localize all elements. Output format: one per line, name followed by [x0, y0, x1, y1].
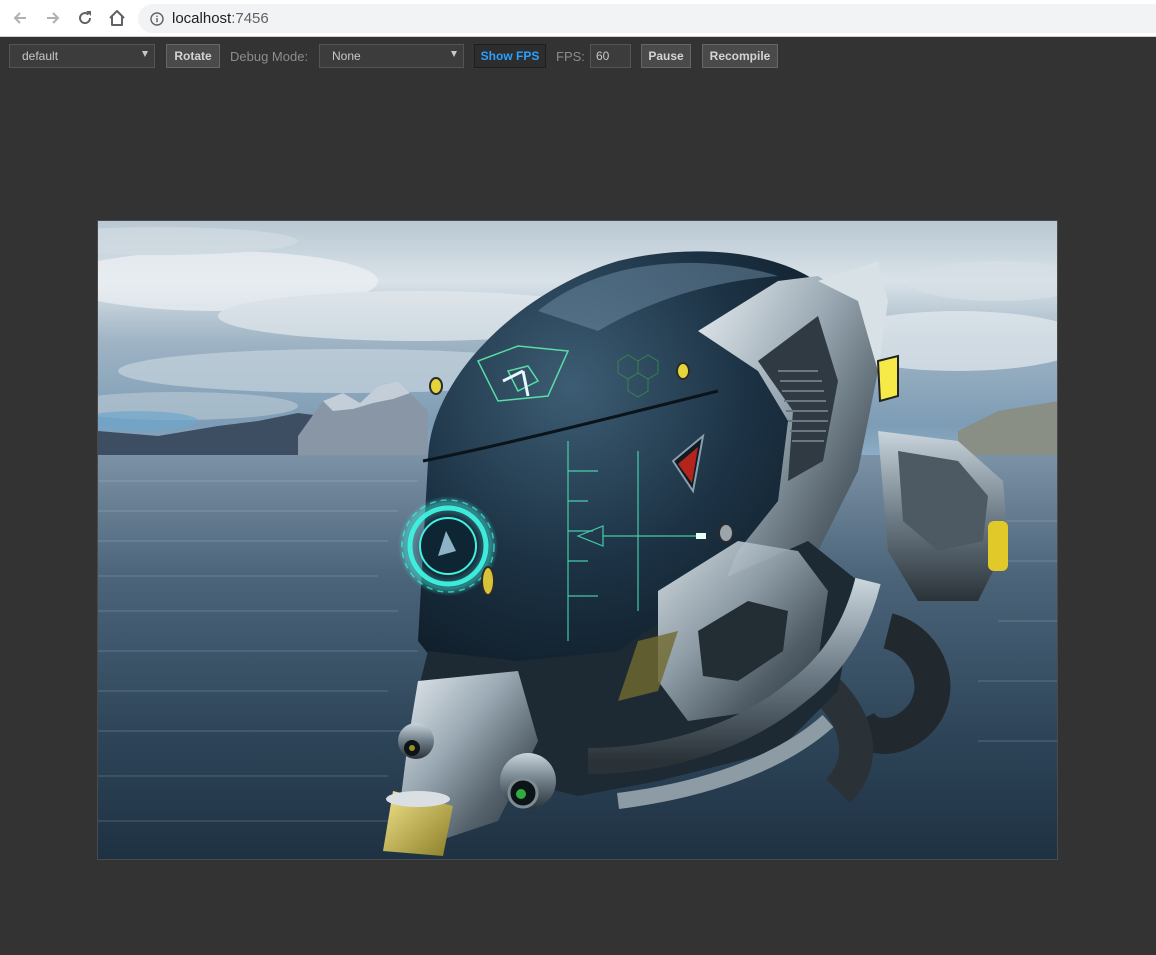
render-viewport[interactable] [97, 220, 1058, 860]
debug-mode-select-value: None [332, 49, 361, 63]
back-button[interactable] [8, 6, 32, 30]
rotate-button[interactable]: Rotate [166, 44, 220, 68]
scene-select-value: default [22, 49, 59, 63]
app-toolbar: default Rotate Debug Mode: None Show FPS… [0, 38, 1156, 74]
fps-label: FPS: [556, 49, 585, 64]
arrow-left-icon [13, 12, 26, 24]
address-bar[interactable]: localhost:7456 [138, 4, 1156, 33]
home-icon [109, 10, 125, 26]
fps-input[interactable]: 60 [590, 44, 631, 68]
reload-button[interactable] [73, 6, 97, 30]
chevron-down-icon [142, 51, 148, 57]
forward-button[interactable] [41, 6, 65, 30]
url-port: :7456 [231, 10, 269, 27]
helmet-render [98, 221, 1057, 859]
arrow-right-icon [47, 12, 60, 24]
pause-button[interactable]: Pause [641, 44, 691, 68]
scene-select[interactable]: default [9, 44, 155, 68]
url-text: localhost:7456 [172, 10, 269, 27]
debug-mode-select[interactable]: None [319, 44, 464, 68]
reload-icon [79, 11, 92, 25]
chevron-down-icon [451, 51, 457, 57]
show-fps-button[interactable]: Show FPS [474, 44, 546, 68]
recompile-button[interactable]: Recompile [702, 44, 778, 68]
info-icon[interactable] [150, 11, 164, 26]
home-button[interactable] [105, 6, 129, 30]
browser-toolbar: localhost:7456 [0, 0, 1156, 37]
debug-mode-label: Debug Mode: [230, 49, 309, 64]
url-host: localhost [172, 10, 232, 27]
